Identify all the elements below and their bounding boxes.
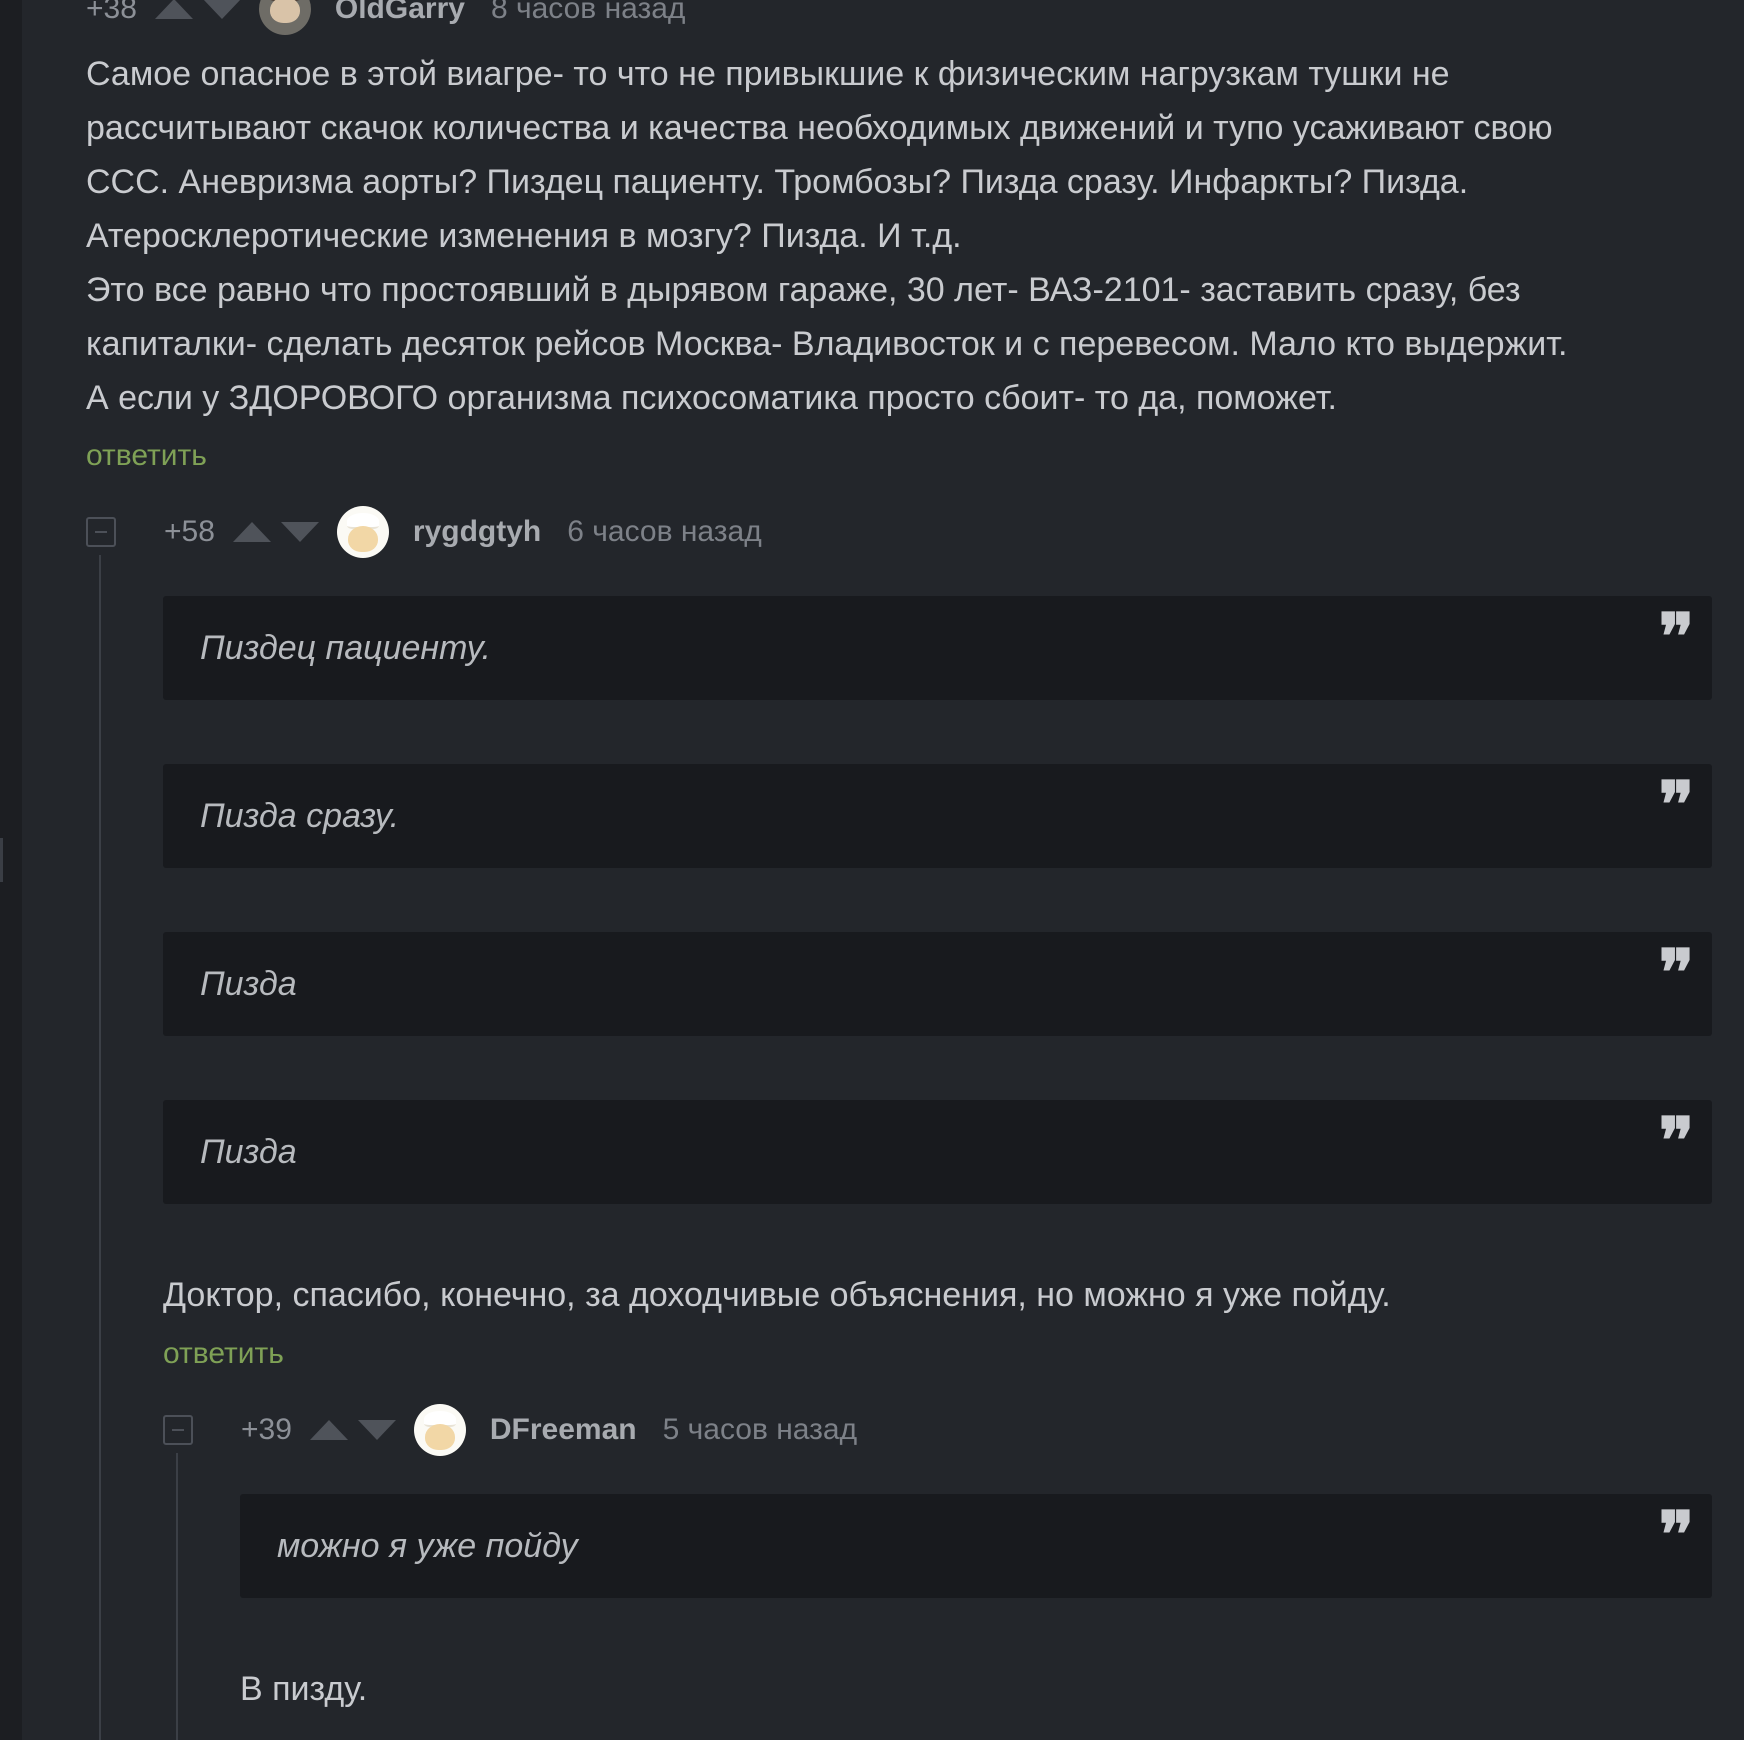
comment-line: Это все равно что простоявший в дырявом … — [86, 271, 1521, 309]
comment-timestamp[interactable]: 8 часов назад — [491, 0, 686, 26]
comment-rating: +58 — [164, 515, 215, 548]
quote-icon: ❜❜ — [1658, 1104, 1694, 1179]
comment-line: Атеросклеротические изменения в мозгу? П… — [86, 217, 962, 255]
collapse-button[interactable] — [86, 517, 116, 547]
comment-body: Доктор, спасибо, конечно, за доходчивые … — [163, 1276, 1391, 1314]
quote-text: Пиздец пациенту. — [200, 628, 491, 667]
comment-line: капиталки- сделать десяток рейсов Москва… — [86, 325, 1568, 363]
comment-username[interactable]: DFreeman — [490, 1413, 637, 1447]
quote-text: можно я уже пойду — [277, 1526, 578, 1565]
comment-rating: +38 — [86, 0, 137, 25]
quote-block: Пизда ❜❜ — [163, 1100, 1712, 1204]
quote-text: Пизда — [200, 1132, 297, 1171]
quote-text: Пизда сразу. — [200, 796, 400, 835]
quote-block: можно я уже пойду ❜❜ — [240, 1494, 1712, 1598]
quote-block: Пизда ❜❜ — [163, 932, 1712, 1036]
quote-icon: ❜❜ — [1658, 936, 1694, 1011]
collapse-button[interactable] — [163, 1415, 193, 1445]
avatar[interactable] — [413, 1404, 466, 1456]
comment-header: +38 OldGarry 8 часов назад — [86, 0, 685, 35]
vote-down-icon[interactable] — [202, 0, 241, 19]
vote-up-icon[interactable] — [309, 1420, 348, 1440]
quote-icon: ❜❜ — [1658, 768, 1694, 843]
quote-block: Пиздец пациенту. ❜❜ — [163, 596, 1712, 700]
reply-link[interactable]: ответить — [86, 439, 207, 473]
avatar[interactable] — [336, 506, 389, 558]
sidebar-scroll-marker — [0, 838, 3, 882]
comment-body: В пизду. — [240, 1670, 368, 1708]
quote-icon: ❜❜ — [1658, 1498, 1694, 1573]
comment-header: +58 rygdgtyh 6 часов назад — [86, 506, 762, 558]
comment-line: А если у ЗДОРОВОГО организма психосомати… — [86, 379, 1337, 417]
comment-username[interactable]: rygdgtyh — [413, 515, 541, 549]
avatar[interactable] — [258, 0, 311, 35]
comment-line: Самое опасное в этой виагре- то что не п… — [86, 55, 1450, 93]
comments-page: +38 OldGarry 8 часов назад Самое опасное… — [0, 0, 1744, 1740]
vote-up-icon[interactable] — [232, 522, 271, 542]
comment-username[interactable]: OldGarry — [335, 0, 465, 26]
quote-text: Пизда — [200, 964, 297, 1003]
thread-line[interactable] — [99, 555, 101, 1740]
comment-header: +39 DFreeman 5 часов назад — [163, 1404, 857, 1456]
vote-down-icon[interactable] — [357, 1420, 396, 1440]
quote-block: Пизда сразу. ❜❜ — [163, 764, 1712, 868]
comment-line: ССС. Аневризма аорты? Пиздец пациенту. Т… — [86, 163, 1469, 201]
comment-line: рассчитывают скачок количества и качеств… — [86, 109, 1553, 147]
quote-icon: ❜❜ — [1658, 600, 1694, 675]
thread-line[interactable] — [176, 1453, 178, 1740]
comment-timestamp[interactable]: 5 часов назад — [663, 1413, 858, 1447]
left-sidebar-strip — [0, 0, 22, 1740]
comment-rating: +39 — [241, 1413, 292, 1446]
comment-timestamp[interactable]: 6 часов назад — [567, 515, 762, 549]
comment-body: Самое опасное в этой виагре- то что не п… — [86, 47, 1726, 425]
vote-up-icon[interactable] — [154, 0, 193, 19]
vote-down-icon[interactable] — [280, 522, 319, 542]
reply-link[interactable]: ответить — [163, 1337, 284, 1371]
